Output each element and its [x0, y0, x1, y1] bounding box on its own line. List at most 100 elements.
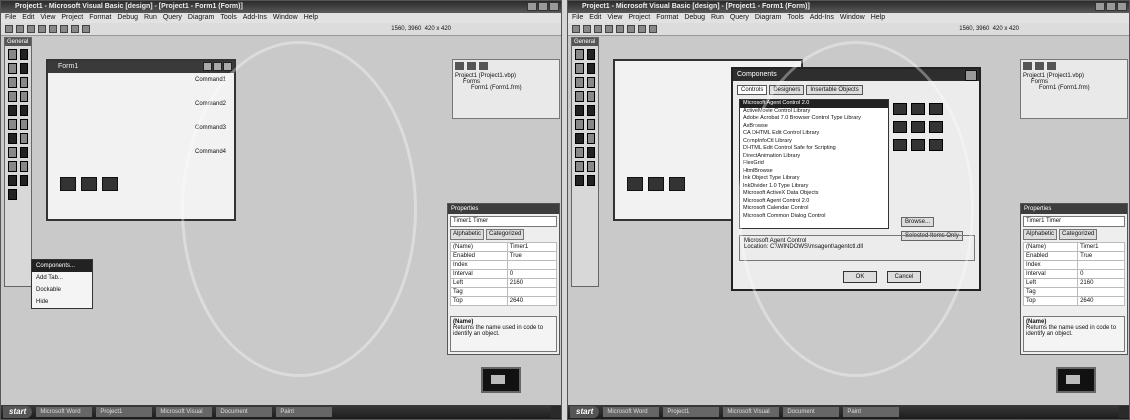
list-item[interactable]: DirectAnimation Library [740, 153, 888, 161]
form1-node[interactable]: Form1 (Form1.frm) [455, 85, 557, 91]
maximize-icon[interactable] [538, 2, 548, 11]
timer-tool-icon[interactable] [575, 133, 584, 144]
image-control-icon[interactable] [648, 177, 664, 191]
menu-diagram[interactable]: Diagram [755, 13, 781, 23]
run-icon[interactable] [627, 25, 635, 33]
commandbutton-tool-icon[interactable] [586, 77, 595, 88]
list-item[interactable]: AxBrowse [740, 123, 888, 131]
view-code-icon[interactable] [1023, 62, 1032, 70]
combobox-tool-icon[interactable] [8, 105, 17, 116]
picture-control-icon[interactable] [627, 177, 643, 191]
taskbar-item[interactable]: Project1 [663, 407, 720, 417]
open-icon[interactable] [605, 25, 613, 33]
tab-insertable-objects[interactable]: Insertable Objects [806, 85, 863, 95]
taskbar-item[interactable]: Microsoft Visual [723, 407, 780, 417]
taskbar-item[interactable]: Project1 [96, 407, 153, 417]
properties-grid[interactable]: (Name) Timer1 Enabled True Index Interval 0… [450, 242, 558, 306]
timer-tool-icon[interactable] [8, 133, 17, 144]
list-item[interactable]: CA DHTML Edit Control Library [740, 130, 888, 138]
stop-icon[interactable] [649, 25, 657, 33]
list-item[interactable]: CompInfoCtl Library [740, 138, 888, 146]
commandbutton-tool-icon[interactable] [19, 77, 28, 88]
data-tool-icon[interactable] [586, 175, 595, 186]
menu-help[interactable]: Help [304, 13, 318, 23]
toggle-folders-icon[interactable] [1047, 62, 1056, 70]
menu-project[interactable]: Project [61, 13, 83, 23]
components-list[interactable]: Microsoft Agent Control 2.0 ActiveMovie … [739, 99, 889, 229]
pointer-tool-icon[interactable] [575, 49, 584, 60]
taskbar-item[interactable]: Document [216, 407, 273, 417]
listbox-tool-icon[interactable] [586, 105, 595, 116]
menu-format[interactable]: Format [656, 13, 678, 23]
list-item[interactable]: Microsoft Calendar Control [740, 205, 888, 213]
cancel-button[interactable]: Cancel [887, 271, 921, 283]
image-control-icon[interactable] [81, 177, 97, 191]
pause-icon[interactable] [71, 25, 79, 33]
save-icon[interactable] [616, 25, 624, 33]
list-item[interactable]: Ink Object Type Library [740, 175, 888, 183]
menu-run[interactable]: Run [144, 13, 157, 23]
form-maximize-icon[interactable] [213, 62, 222, 71]
listbox-tool-icon[interactable] [19, 105, 28, 116]
drivelist-tool-icon[interactable] [19, 133, 28, 144]
command-button-1[interactable]: Command1 [188, 77, 226, 83]
menu-editor-icon[interactable] [594, 25, 602, 33]
image-tool-icon[interactable] [575, 175, 584, 186]
add-project-icon[interactable] [572, 25, 580, 33]
save-icon[interactable] [49, 25, 57, 33]
hscroll-tool-icon[interactable] [575, 119, 584, 130]
list-item[interactable]: FlexGrid [740, 160, 888, 168]
frame-tool-icon[interactable] [8, 77, 17, 88]
maximize-icon[interactable] [1106, 2, 1116, 11]
menu-tools[interactable]: Tools [787, 13, 803, 23]
vscroll-tool-icon[interactable] [19, 119, 28, 130]
view-code-icon[interactable] [455, 62, 464, 70]
taskbar-item[interactable]: Microsoft Visual [156, 407, 213, 417]
tab-designers[interactable]: Designers [769, 85, 805, 95]
object-selector[interactable]: Timer1 Timer [450, 216, 557, 227]
shape-tool-icon[interactable] [8, 161, 17, 172]
menu-view[interactable]: View [607, 13, 622, 23]
browse-button[interactable]: Browse... [901, 217, 935, 227]
optionbutton-tool-icon[interactable] [586, 91, 595, 102]
dialog-close-icon[interactable] [965, 70, 977, 81]
menu-addins[interactable]: Add-Ins [243, 13, 267, 23]
minimize-icon[interactable] [1095, 2, 1105, 11]
filelist-tool-icon[interactable] [586, 147, 595, 158]
command-button-2[interactable]: Command2 [188, 101, 226, 107]
pause-icon[interactable] [638, 25, 646, 33]
menu-debug[interactable]: Debug [117, 13, 138, 23]
command-button-4[interactable]: Command4 [188, 149, 226, 155]
tab-alphabetic[interactable]: Alphabetic [1023, 229, 1058, 240]
image-tool-icon[interactable] [8, 175, 17, 186]
close-icon[interactable] [549, 2, 559, 11]
taskbar-item[interactable]: Document [783, 407, 840, 417]
list-item[interactable]: InkDivider 1.0 Type Library [740, 183, 888, 191]
start-button[interactable]: start [570, 406, 600, 418]
list-item[interactable]: Adobe Acrobat 7.0 Browser Control Type L… [740, 115, 888, 123]
menu-edit[interactable]: Edit [589, 13, 601, 23]
checkbox-tool-icon[interactable] [8, 91, 17, 102]
ok-button[interactable]: OK [843, 271, 877, 283]
add-form-icon[interactable] [583, 25, 591, 33]
menu-debug[interactable]: Debug [684, 13, 705, 23]
menu-window[interactable]: Window [273, 13, 298, 23]
form-designer-window[interactable]: Form1 Command1 Command2 Command3 Command… [46, 59, 236, 221]
list-item[interactable]: Microsoft Agent Control 2.0 [740, 198, 888, 206]
object-selector[interactable]: Timer1 Timer [1023, 216, 1125, 227]
list-item[interactable]: Microsoft ActiveX Data Objects [740, 190, 888, 198]
properties-grid[interactable]: (Name) Timer1 Enabled True Index Interval 0… [1022, 242, 1125, 306]
picturebox-tool-icon[interactable] [586, 49, 595, 60]
label-tool-icon[interactable] [8, 63, 17, 74]
form-layout-preview[interactable] [481, 367, 521, 393]
menu-file[interactable]: File [5, 13, 16, 23]
menu-addins[interactable]: Add-Ins [810, 13, 834, 23]
add-form-icon[interactable] [16, 25, 24, 33]
menu-window[interactable]: Window [840, 13, 865, 23]
menu-edit[interactable]: Edit [22, 13, 34, 23]
tab-controls[interactable]: Controls [737, 85, 768, 95]
data-tool-icon[interactable] [19, 175, 28, 186]
optionbutton-tool-icon[interactable] [19, 91, 28, 102]
menu-query[interactable]: Query [163, 13, 182, 23]
view-object-icon[interactable] [467, 62, 476, 70]
